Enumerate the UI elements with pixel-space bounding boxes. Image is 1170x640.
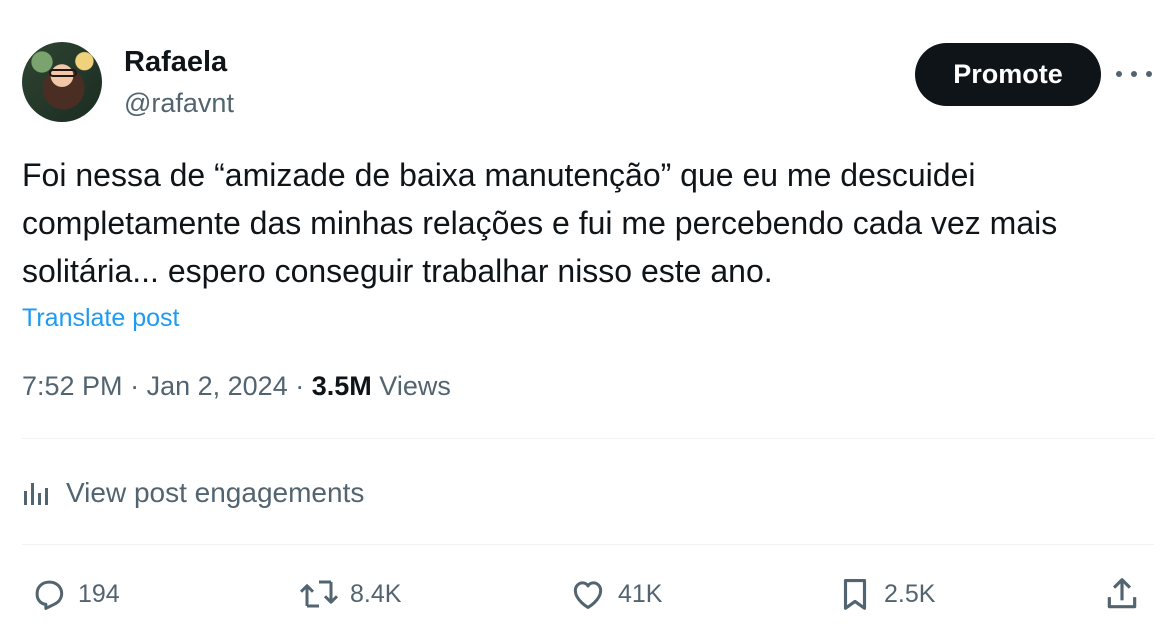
analytics-icon	[24, 483, 48, 505]
views-count: 3.5M	[311, 371, 372, 401]
bookmark-count: 2.5K	[884, 579, 936, 608]
share-button[interactable]	[1103, 571, 1151, 617]
post-date[interactable]: Jan 2, 2024	[147, 371, 288, 401]
promote-button[interactable]: Promote	[915, 43, 1101, 106]
repost-button[interactable]: 8.4K	[298, 571, 401, 617]
post-text: Foi nessa de “amizade de baixa manutençã…	[22, 157, 1058, 289]
avatar[interactable]	[22, 42, 102, 122]
reply-icon	[35, 580, 64, 610]
share-icon	[1107, 578, 1137, 609]
view-engagements-label: View post engagements	[66, 477, 365, 508]
bookmark-icon	[843, 578, 867, 610]
meta-separator: ·	[130, 371, 140, 401]
bookmark-button[interactable]: 2.5K	[836, 571, 935, 617]
author-name[interactable]: Rafaela	[124, 44, 227, 80]
repost-icon	[299, 580, 339, 608]
view-engagements-button[interactable]: View post engagements	[22, 474, 364, 512]
repost-count: 8.4K	[350, 579, 402, 608]
reply-button[interactable]: 194	[30, 571, 120, 617]
post-meta: 7:52 PM · Jan 2, 2024 · 3.5M Views	[22, 368, 451, 404]
avatar-glasses	[49, 69, 77, 77]
post-time[interactable]: 7:52 PM	[22, 371, 123, 401]
divider	[22, 438, 1154, 439]
heart-icon	[573, 581, 603, 609]
like-count: 41K	[618, 579, 663, 608]
more-horizontal-icon[interactable]	[1116, 64, 1152, 84]
like-button[interactable]: 41K	[568, 571, 662, 617]
meta-separator: ·	[295, 371, 305, 401]
views-label: Views	[379, 371, 451, 401]
divider	[22, 544, 1154, 545]
translate-post-link[interactable]: Translate post	[22, 302, 179, 334]
author-handle[interactable]: @rafavnt	[124, 86, 234, 120]
reply-count: 194	[78, 579, 120, 608]
